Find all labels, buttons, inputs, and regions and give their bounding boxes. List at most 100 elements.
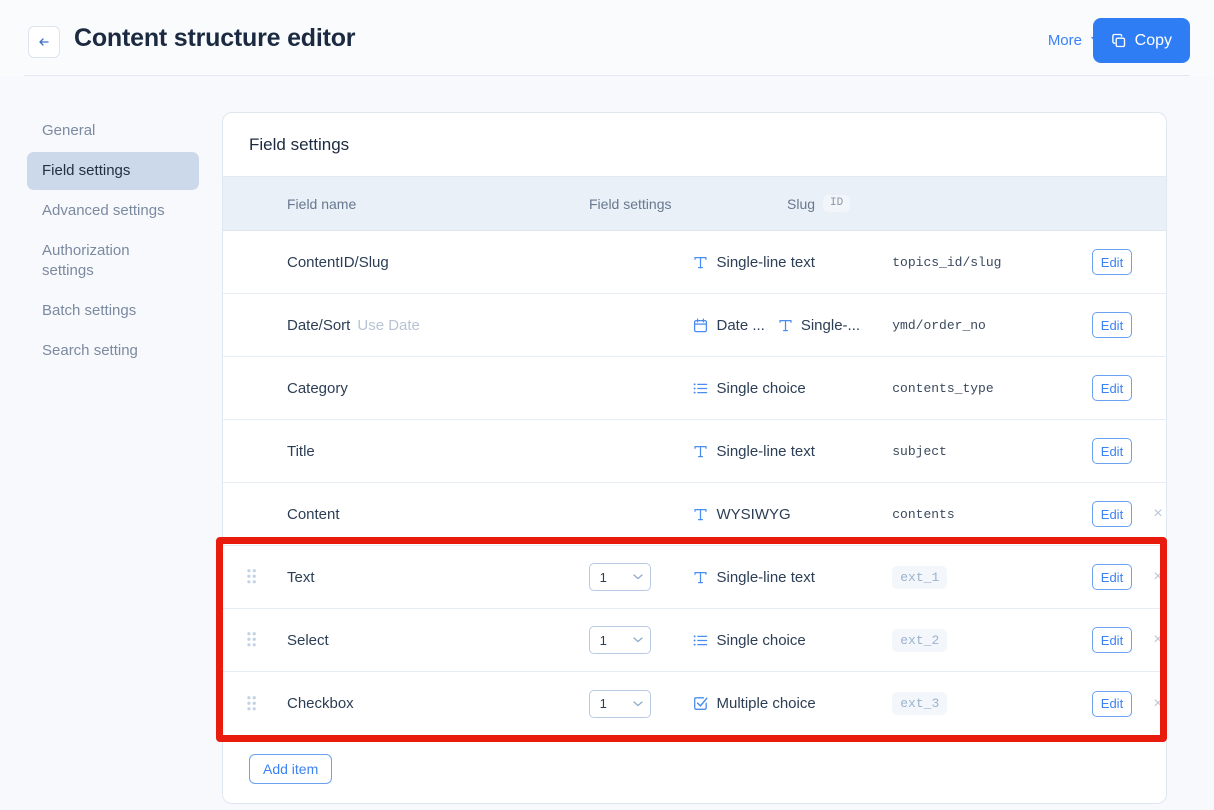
- field-name-label: Text: [286, 568, 315, 586]
- field-settings-cell: Single-line text: [692, 254, 892, 271]
- drag-handle-icon: [247, 695, 257, 712]
- sidebar-item-search-setting[interactable]: Search setting: [27, 332, 199, 370]
- close-icon[interactable]: ×: [1150, 569, 1166, 585]
- sidebar-item-field-settings[interactable]: Field settings: [27, 152, 199, 190]
- drag-handle[interactable]: [223, 632, 261, 648]
- table-row: Select 1 Single choice ext_2 Edit ×: [223, 609, 1166, 672]
- slug-value: contents_type: [892, 380, 994, 396]
- field-count-value: 1: [599, 696, 607, 711]
- action-spacer: [1150, 443, 1166, 459]
- text-t-icon: [692, 443, 709, 460]
- text-t-icon: [692, 569, 709, 586]
- field-count-value: 1: [599, 632, 607, 648]
- slug-cell: topics_id/slug: [892, 255, 1092, 270]
- field-type: WYSIWYG: [692, 505, 791, 523]
- edit-button[interactable]: Edit: [1091, 627, 1132, 653]
- field-name-cell: Title: [261, 443, 589, 460]
- edit-button[interactable]: Edit: [1091, 249, 1132, 275]
- edit-button[interactable]: Edit: [1091, 501, 1132, 527]
- close-icon[interactable]: ×: [1150, 632, 1166, 648]
- edit-button[interactable]: Edit: [1091, 438, 1132, 464]
- field-count-select[interactable]: 1: [588, 689, 651, 718]
- card-title: Field settings: [223, 113, 1166, 177]
- field-name-label: ContentID/Slug: [286, 253, 389, 271]
- field-count-select[interactable]: 1: [588, 626, 651, 654]
- list-icon: [692, 632, 709, 649]
- field-name-cell: Content: [261, 506, 589, 523]
- field-name-label: Category: [286, 379, 348, 397]
- slug-value: contents: [892, 506, 955, 522]
- field-settings-cell: Single-line text: [692, 443, 892, 460]
- sidebar-item-batch-settings[interactable]: Batch settings: [27, 292, 199, 330]
- action-spacer: [1150, 254, 1166, 270]
- edit-button[interactable]: Edit: [1091, 690, 1132, 717]
- action-spacer: [1150, 380, 1166, 396]
- slug-cell: contents: [892, 507, 1092, 522]
- field-name-label: Title: [286, 442, 315, 460]
- field-settings-cell: Single choice: [692, 380, 892, 397]
- table-row: Checkbox 1 Multiple choice ext_3 Edit ×: [223, 672, 1166, 735]
- field-type-label: Single choice: [716, 631, 806, 649]
- table-row: Category Single choice contents_type Edit: [223, 357, 1166, 420]
- field-count-select[interactable]: 1: [588, 563, 651, 591]
- edit-button[interactable]: Edit: [1091, 375, 1132, 401]
- more-label: More: [1047, 31, 1082, 49]
- close-icon[interactable]: ×: [1150, 506, 1166, 522]
- field-name-label: Select: [286, 631, 329, 649]
- table-row: Date/Sort Use Date Date ... Single-... ymd/o…: [223, 294, 1166, 357]
- field-count-cell: 1: [588, 563, 693, 591]
- field-count-cell: 1: [588, 689, 693, 718]
- field-settings-cell: WYSIWYG: [692, 506, 892, 523]
- slug-value: ymd/order_no: [892, 317, 986, 333]
- action-spacer: [1150, 317, 1166, 333]
- id-badge: ID: [823, 195, 851, 212]
- field-type-label: WYSIWYG: [716, 505, 791, 523]
- field-type: Single-...: [777, 317, 860, 334]
- table-row: Text 1 Single-line text ext_1 Edit ×: [223, 546, 1166, 609]
- column-header-field-settings: Field settings: [589, 195, 672, 212]
- table-row: Content WYSIWYG contents Edit ×: [223, 483, 1166, 546]
- slug-placeholder: ext_2: [892, 628, 948, 652]
- table-header-row: Field name Field settings Slug ID: [223, 177, 1166, 231]
- slug-cell: ext_1: [892, 565, 1092, 589]
- chevron-down-small-icon: [633, 700, 643, 707]
- field-rows-container: ContentID/Slug Single-line text topics_id/…: [223, 231, 1166, 735]
- drag-handle[interactable]: [223, 569, 261, 585]
- settings-sidebar: General Field settings Advanced settings Au…: [27, 112, 199, 372]
- field-settings-card: Field settings Field name Field settings…: [222, 112, 1167, 804]
- calendar-icon: [692, 317, 709, 334]
- field-name-label: Date/Sort: [286, 316, 351, 334]
- content-structure-editor-page: Content structure editor More Copy Gener…: [0, 0, 1214, 810]
- card-footer: Add item: [223, 735, 1166, 803]
- arrow-left-icon: [37, 35, 51, 49]
- field-name-cell: Category: [261, 380, 589, 397]
- column-header-field-name: Field name: [287, 195, 357, 212]
- slug-cell: ext_3: [892, 692, 1092, 715]
- drag-handle[interactable]: [223, 695, 261, 712]
- field-type: Single-line text: [692, 253, 815, 271]
- row-actions: Edit ×: [1091, 564, 1166, 590]
- field-name-label: Checkbox: [286, 695, 354, 712]
- row-actions: Edit ×: [1091, 501, 1166, 527]
- sidebar-item-authorization-settings[interactable]: Authorization settings: [27, 232, 199, 290]
- row-actions: Edit ×: [1091, 690, 1166, 717]
- copy-label: Copy: [1134, 31, 1172, 49]
- list-icon: [692, 380, 709, 397]
- chevron-down-small-icon: [633, 574, 643, 580]
- copy-button[interactable]: Copy: [1092, 18, 1190, 63]
- slug-cell: subject: [892, 444, 1092, 459]
- edit-button[interactable]: Edit: [1091, 564, 1132, 590]
- back-button[interactable]: [28, 26, 60, 58]
- slug-value: subject: [892, 443, 947, 459]
- field-name-cell: Date/Sort Use Date: [261, 317, 589, 334]
- field-count-cell: 1: [588, 626, 693, 654]
- slug-placeholder: ext_3: [892, 692, 948, 715]
- field-type-label: Single-line text: [716, 253, 815, 271]
- field-type-label: Date ...: [716, 316, 765, 334]
- row-actions: Edit: [1091, 375, 1166, 401]
- edit-button[interactable]: Edit: [1091, 312, 1132, 338]
- add-item-button[interactable]: Add item: [249, 754, 333, 784]
- sidebar-item-advanced-settings[interactable]: Advanced settings: [27, 192, 199, 230]
- close-icon[interactable]: ×: [1150, 695, 1166, 712]
- sidebar-item-general[interactable]: General: [27, 112, 199, 150]
